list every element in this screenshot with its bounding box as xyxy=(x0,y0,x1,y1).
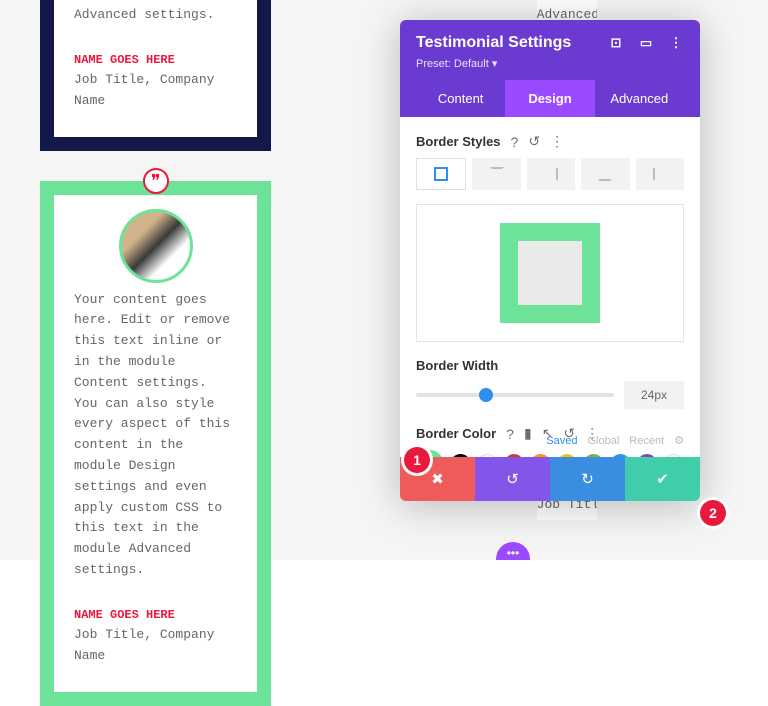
gear-icon[interactable]: ⚙ xyxy=(674,434,684,447)
card-text[interactable]: Your content goes here. Edit or remove t… xyxy=(74,290,237,581)
preview-box xyxy=(500,223,600,323)
redo-button[interactable]: ↻ xyxy=(550,457,625,501)
annotation-2: 2 xyxy=(700,500,726,526)
testimonial-card-dark: Advanced settings. NAME GOES HERE Job Ti… xyxy=(40,0,271,151)
swatch-transparent[interactable] xyxy=(663,454,684,457)
palette-saved[interactable]: Saved xyxy=(546,435,577,447)
border-width-label: Border Width xyxy=(416,358,498,373)
border-styles-label: Border Styles xyxy=(416,134,501,149)
help-icon[interactable]: ? xyxy=(511,134,519,150)
border-width-slider[interactable] xyxy=(416,393,614,397)
annotation-1: 1 xyxy=(404,447,430,473)
save-button[interactable]: ✔ xyxy=(625,457,700,501)
panel-title: Testimonial Settings xyxy=(416,34,571,52)
undo-button[interactable]: ↺ xyxy=(475,457,550,501)
card-text: Advanced settings. xyxy=(74,5,237,26)
tab-content[interactable]: Content xyxy=(416,80,505,117)
border-style-right[interactable] xyxy=(527,158,575,190)
avatar xyxy=(119,209,193,283)
border-preview xyxy=(416,204,684,342)
author-job: Job Title, Company Name xyxy=(74,70,237,112)
author-name: NAME GOES HERE xyxy=(74,51,237,70)
palette-global[interactable]: Global xyxy=(587,435,619,447)
responsive-icon[interactable]: ⊡ xyxy=(608,35,624,51)
border-width-value[interactable]: 24px xyxy=(624,381,684,409)
help-icon[interactable]: ? xyxy=(506,426,514,442)
border-color-label: Border Color xyxy=(416,426,496,441)
border-style-all[interactable] xyxy=(416,158,466,190)
preset-dropdown[interactable]: Preset: Default ▾ xyxy=(416,57,684,70)
module-settings-panel: Testimonial Settings ⊡ ▭ ⋮ Preset: Defau… xyxy=(400,20,700,501)
tab-design[interactable]: Design xyxy=(505,80,594,117)
border-style-top[interactable] xyxy=(472,158,520,190)
palette-recent[interactable]: Recent xyxy=(629,435,664,447)
border-style-left[interactable] xyxy=(636,158,684,190)
author-name: NAME GOES HERE xyxy=(74,606,237,625)
device-icon[interactable]: ▮ xyxy=(524,425,532,442)
kebab-icon[interactable]: ⋮ xyxy=(668,35,684,51)
quote-icon: ❞ xyxy=(143,168,169,194)
border-style-bottom[interactable] xyxy=(581,158,629,190)
reset-icon[interactable]: ↺ xyxy=(528,133,540,150)
more-icon[interactable]: ⋮ xyxy=(550,133,564,150)
tab-advanced[interactable]: Advanced xyxy=(595,80,684,117)
slider-thumb[interactable] xyxy=(479,388,493,402)
author-job: Job Title, Company Name xyxy=(74,625,237,667)
expand-icon[interactable]: ▭ xyxy=(638,35,654,51)
